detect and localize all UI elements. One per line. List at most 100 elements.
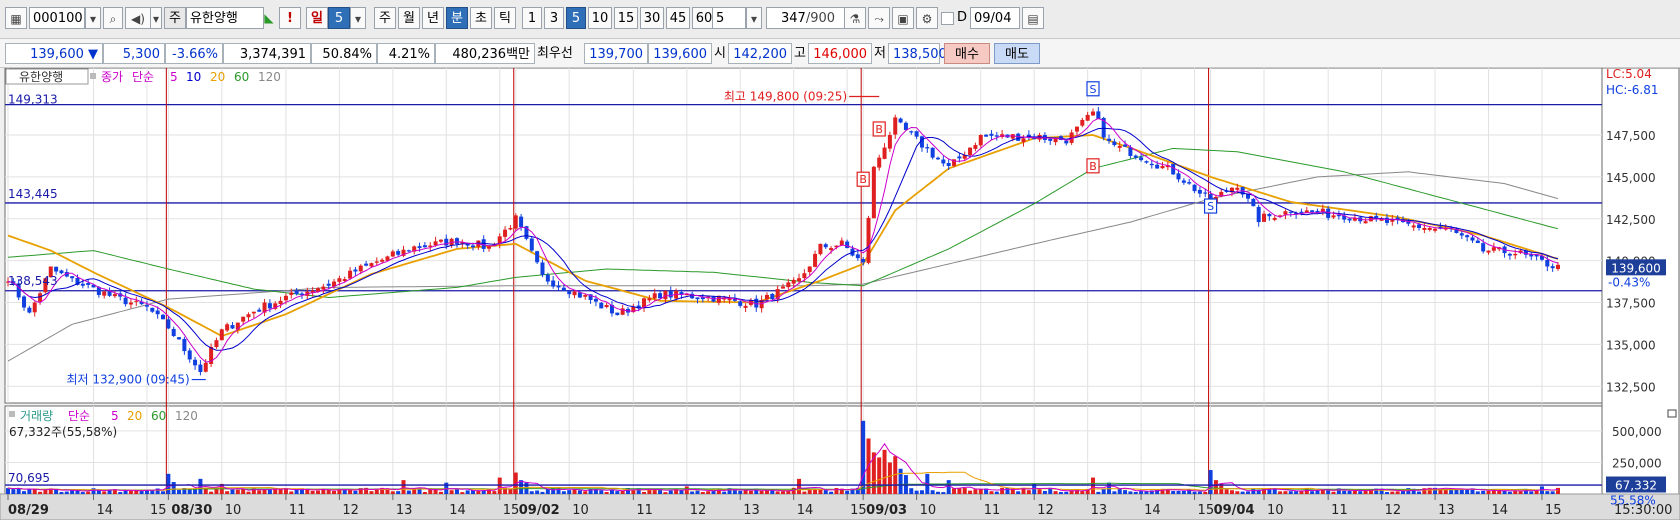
- stock-type-badge: 주: [164, 7, 186, 29]
- volume-bar: [759, 490, 764, 494]
- candle-type-icon[interactable]: ⚗: [844, 7, 866, 29]
- time-hour-label: 13: [1438, 503, 1455, 518]
- volume-bar: [567, 490, 572, 494]
- search-icon[interactable]: ⌕: [103, 7, 123, 29]
- low-label: 저: [874, 46, 886, 61]
- volume-bar: [1133, 491, 1138, 494]
- candle-body: [1336, 214, 1341, 217]
- line-tool-icon[interactable]: ⤳: [868, 7, 890, 29]
- candle-body: [321, 286, 326, 290]
- volume-bar: [1529, 491, 1534, 494]
- volume-ref-label: 70,695: [8, 471, 50, 485]
- price-chart[interactable]: B B S B S 최고 149,800 (09:25) 최저 132,900 (09:45…: [0, 68, 1680, 520]
- calendar-icon[interactable]: ▤: [1022, 7, 1044, 29]
- candle-body: [177, 337, 182, 340]
- legend-square-icon: [90, 73, 96, 79]
- volume-bar: [946, 480, 951, 494]
- candle-body: [1513, 253, 1518, 256]
- alert-button[interactable]: !: [279, 7, 301, 29]
- candle-body: [348, 270, 353, 279]
- volume-bar: [989, 491, 994, 494]
- day-value-field[interactable]: 5: [328, 7, 350, 29]
- buy-button[interactable]: 매수: [944, 43, 990, 64]
- volume-panel: [4, 405, 1603, 495]
- time-end-label: 15:30:00: [1614, 503, 1672, 518]
- candle-body: [1139, 157, 1144, 161]
- time-hour-label: 13: [396, 503, 413, 518]
- volume-bar: [1486, 490, 1491, 494]
- minute-button[interactable]: 분: [446, 7, 468, 29]
- tick-button[interactable]: 틱: [494, 7, 516, 29]
- signal-label: B: [875, 123, 883, 136]
- interval-button-30[interactable]: 30: [640, 7, 664, 29]
- date-field[interactable]: 09/04: [970, 7, 1020, 29]
- interval-button-3[interactable]: 3: [544, 7, 564, 29]
- trade-amount: 480,236백만: [435, 43, 535, 64]
- legend-period: 5: [170, 70, 178, 84]
- volume-bar: [80, 492, 85, 494]
- candle-body: [903, 122, 908, 130]
- volume-bar: [1352, 490, 1357, 494]
- interval-button-15[interactable]: 15: [614, 7, 638, 29]
- turnover-rate: 4.21%: [377, 43, 435, 64]
- settings-icon[interactable]: ⚙: [916, 7, 938, 29]
- volume-bar: [599, 490, 604, 494]
- candle-body: [786, 282, 791, 288]
- interval-button-5[interactable]: 5: [566, 7, 586, 29]
- menu-icon[interactable]: ▦: [5, 7, 27, 29]
- stock-code-input[interactable]: 000100: [29, 7, 85, 29]
- candle-body: [658, 293, 663, 299]
- stock-name-field[interactable]: 유한양행: [186, 7, 264, 29]
- current-pct-label: -0.43%: [1608, 275, 1650, 289]
- volume-bar: [1315, 490, 1320, 494]
- candle-body: [1144, 161, 1149, 163]
- month-button[interactable]: 월: [398, 7, 420, 29]
- day-dropdown-icon[interactable]: ▾: [350, 7, 366, 29]
- candle-body: [70, 276, 75, 279]
- interval-button-10[interactable]: 10: [588, 7, 612, 29]
- candle-body: [887, 135, 892, 149]
- candle-body: [123, 297, 128, 305]
- volume-bar: [572, 489, 577, 494]
- time-hour-label: 14: [449, 503, 466, 518]
- candle-body: [925, 147, 930, 149]
- save-icon[interactable]: ▣: [892, 7, 914, 29]
- volume-bar: [1016, 491, 1021, 494]
- speaker-icon[interactable]: ◀): [125, 7, 151, 29]
- volume-bar: [1091, 477, 1095, 494]
- volume-bar: [1358, 491, 1363, 494]
- high-value: 146,000: [808, 43, 872, 64]
- candle-body: [893, 117, 898, 135]
- candle-body: [984, 134, 989, 137]
- time-hour-label: 12: [1385, 503, 1402, 518]
- best-bid: 139,600: [648, 43, 712, 64]
- count-field[interactable]: 347/900: [766, 7, 850, 29]
- high-label: 고: [794, 46, 806, 61]
- speaker-dropdown-icon[interactable]: ▾: [150, 7, 162, 29]
- interval-button-1[interactable]: 1: [522, 7, 542, 29]
- volume-bar: [1278, 491, 1283, 494]
- code-dropdown-icon[interactable]: ▾: [85, 7, 101, 29]
- time-hour-label: 10: [572, 503, 589, 518]
- volume-bar: [770, 490, 775, 494]
- sell-button[interactable]: 매도: [994, 43, 1040, 64]
- volume-bar: [454, 489, 459, 494]
- interval-button-45[interactable]: 45: [666, 7, 690, 29]
- d-checkbox[interactable]: [941, 12, 954, 25]
- volume-bar: [492, 491, 497, 494]
- legend-period: 60: [234, 70, 249, 84]
- volume-bar: [91, 488, 96, 494]
- volume-bar: [1053, 491, 1058, 494]
- second-button[interactable]: 초: [470, 7, 492, 29]
- day-button[interactable]: 일: [306, 7, 328, 29]
- candle-body: [1107, 138, 1112, 141]
- interval-field[interactable]: 5: [712, 7, 746, 29]
- candle-body: [968, 147, 973, 156]
- year-button[interactable]: 년: [422, 7, 444, 29]
- candle-body: [369, 263, 374, 267]
- candle-body: [1112, 141, 1117, 146]
- interval-dropdown-icon[interactable]: ▾: [746, 7, 762, 29]
- candle-body: [80, 283, 85, 286]
- candle-body: [791, 279, 796, 284]
- week-button[interactable]: 주: [374, 7, 396, 29]
